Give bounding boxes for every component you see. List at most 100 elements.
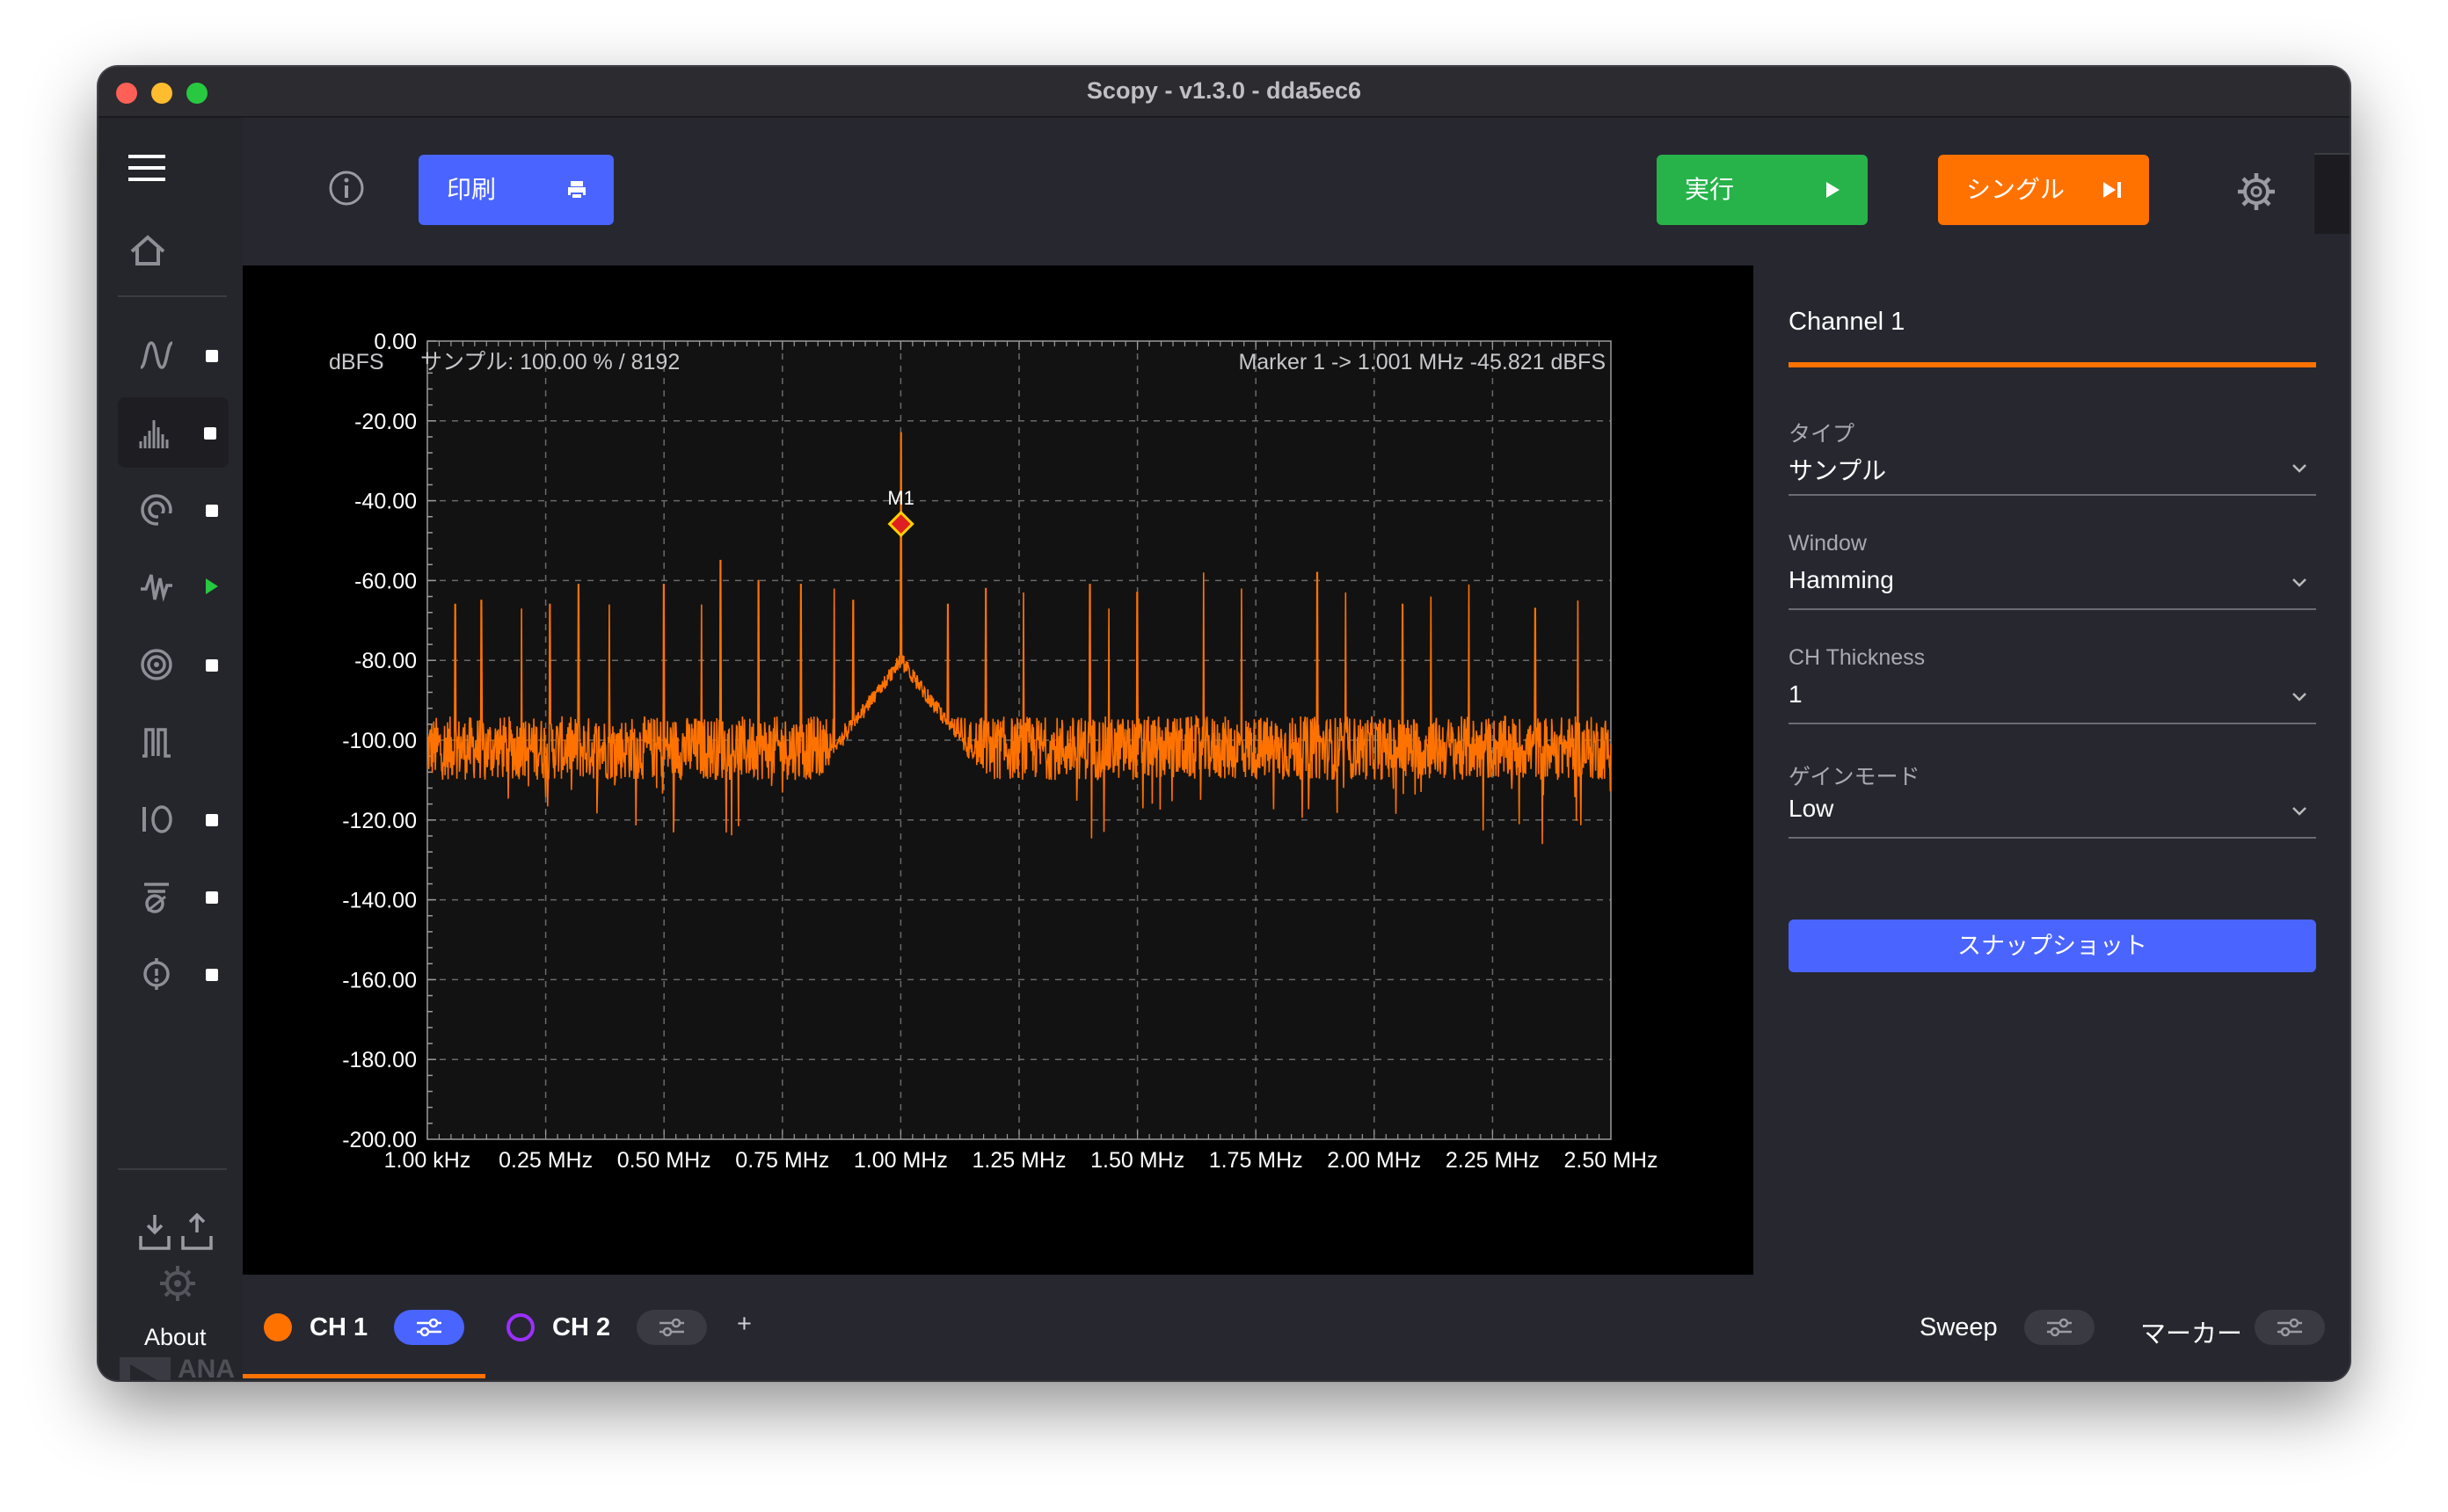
single-label: シングル — [1966, 176, 2066, 203]
run-button[interactable]: 実行 — [1657, 155, 1868, 225]
load-icon[interactable] — [139, 1215, 171, 1250]
marker-settings-button[interactable] — [2255, 1310, 2325, 1345]
stopped-indicator — [206, 891, 218, 904]
settings-button[interactable] — [2235, 171, 2277, 213]
y-tick-label: -20.00 — [354, 410, 417, 434]
sidebar-item-digital-io[interactable] — [120, 784, 243, 854]
sidebar-item-calibration[interactable] — [120, 939, 243, 1009]
sidebar-item-signal-generator[interactable] — [120, 552, 243, 622]
sliders-icon — [2047, 1318, 2072, 1337]
y-tick-label: -40.00 — [354, 490, 417, 514]
channel-2-label: CH 2 — [552, 1313, 611, 1341]
calibration-icon — [143, 958, 170, 990]
window-value: Hamming — [1789, 566, 1894, 593]
window-title: Scopy - v1.3.0 - dda5ec6 — [1086, 77, 1362, 104]
spectrum-analyzer-icon — [139, 420, 169, 448]
sweep-label: Sweep — [1920, 1313, 1998, 1341]
channel-2-color-dot — [506, 1313, 535, 1341]
printer-icon — [568, 181, 586, 200]
chevron-down-icon — [2292, 464, 2306, 473]
network-analyzer-icon — [141, 494, 174, 527]
add-channel-button[interactable]: + — [737, 1310, 752, 1339]
gear-icon — [2238, 173, 2275, 210]
gain-mode-label: ゲインモード — [1789, 765, 1920, 789]
x-tick-label: 2.25 MHz — [1446, 1148, 1540, 1173]
chevron-down-icon — [2292, 807, 2306, 816]
home-icon — [130, 235, 165, 265]
title-bar: Scopy - v1.3.0 - dda5ec6 — [98, 67, 2350, 118]
gain-mode-value: Low — [1789, 795, 1834, 822]
print-label: 印刷 — [447, 176, 497, 203]
x-tick-label: 1.50 MHz — [1090, 1148, 1184, 1173]
load-save-buttons — [137, 1212, 222, 1252]
sliders-icon — [417, 1318, 441, 1337]
unit-label: dBFS — [329, 350, 384, 374]
stopped-indicator — [206, 814, 218, 826]
channel-color-bar — [1789, 362, 2316, 367]
app-window: Scopy - v1.3.0 - dda5ec6 About ANA 印刷 実行… — [98, 67, 2350, 1380]
x-tick-label: 2.00 MHz — [1327, 1148, 1421, 1173]
x-tick-label: 1.00 MHz — [854, 1148, 948, 1173]
preferences-button[interactable] — [158, 1264, 197, 1303]
voltmeter-icon — [141, 649, 172, 680]
x-tick-label: 1.00 kHz — [384, 1148, 471, 1173]
channel-bar: CH 1 CH 2 + Sweep マーカー — [243, 1275, 2350, 1380]
home-button[interactable] — [128, 232, 167, 271]
x-tick-label: 0.50 MHz — [617, 1148, 711, 1173]
channel-2-settings-button[interactable] — [637, 1310, 707, 1345]
sidebar-item-voltmeter[interactable] — [120, 629, 243, 700]
y-tick-label: -180.00 — [342, 1048, 417, 1072]
sidebar-item-oscilloscope[interactable] — [120, 320, 243, 390]
sample-info: サンプル: 100.00 % / 8192 — [420, 350, 680, 374]
logo-text: ANADEV — [178, 1357, 235, 1380]
play-icon — [1826, 182, 1840, 198]
info-button[interactable] — [327, 169, 366, 207]
chevron-down-icon — [2292, 578, 2306, 587]
snapshot-button[interactable]: スナップショット — [1789, 920, 2316, 972]
stopped-indicator — [206, 350, 218, 362]
oscilloscope-icon — [140, 341, 173, 369]
print-button[interactable]: 印刷 — [419, 155, 614, 225]
sidebar-divider — [118, 1168, 227, 1170]
sweep-settings-button[interactable] — [2024, 1310, 2095, 1345]
x-tick-label: 2.50 MHz — [1564, 1148, 1658, 1173]
channel-1-settings-button[interactable] — [394, 1310, 464, 1345]
step-icon — [2103, 182, 2121, 198]
x-tick-label: 0.75 MHz — [735, 1148, 829, 1173]
analog-devices-logo: ANADEV — [120, 1357, 243, 1380]
hamburger-menu-button[interactable] — [128, 153, 165, 183]
about-button[interactable]: About — [144, 1324, 207, 1351]
sidebar-item-network-analyzer[interactable] — [120, 475, 243, 545]
type-value: サンプル — [1789, 457, 1887, 484]
y-tick-label: -160.00 — [342, 968, 417, 992]
thickness-value: 1 — [1789, 680, 1803, 708]
y-tick-label: -100.00 — [342, 729, 417, 753]
plot-area: 0.00 -20.00 -40.00 -60.00 -80.00 -100.00 -120.… — [243, 265, 1753, 1275]
info-icon — [329, 171, 364, 206]
gear-icon — [160, 1266, 195, 1301]
sliders-icon — [2314, 155, 2350, 234]
y-tick-label: -80.00 — [354, 649, 417, 673]
spectrum-plot[interactable]: 0.00-20.00-40.00-60.00-80.00-100.00-120.… — [243, 265, 1753, 1275]
marker-readout: Marker 1 -> 1.001 MHz -45.821 dBFS — [1238, 350, 1606, 374]
sliders-icon — [659, 1318, 684, 1337]
sidebar-item-logic-analyzer[interactable] — [120, 861, 243, 932]
channel-settings-toggle[interactable] — [2314, 153, 2350, 234]
single-button[interactable]: シングル — [1938, 155, 2149, 225]
sidebar-item-spectrum-analyzer[interactable] — [118, 397, 229, 468]
thickness-label: CH Thickness — [1789, 645, 1926, 670]
y-tick-label: -60.00 — [354, 569, 417, 593]
save-icon[interactable] — [181, 1212, 213, 1250]
sidebar: About ANADEV — [98, 118, 243, 1380]
sidebar-item-power-supply[interactable] — [120, 707, 243, 777]
x-tick-label: 1.75 MHz — [1209, 1148, 1303, 1173]
stopped-indicator — [206, 505, 218, 517]
stopped-indicator — [206, 659, 218, 672]
x-tick-label: 0.25 MHz — [499, 1148, 593, 1173]
logic-analyzer-icon — [144, 883, 169, 913]
power-supply-icon — [142, 728, 171, 758]
stopped-indicator — [206, 969, 218, 981]
channel-settings-panel: Channel 1 タイプ サンプル Window Hamming CH Thi… — [1753, 265, 2350, 1275]
signal-generator-icon — [141, 574, 172, 602]
sidebar-divider — [118, 295, 227, 297]
